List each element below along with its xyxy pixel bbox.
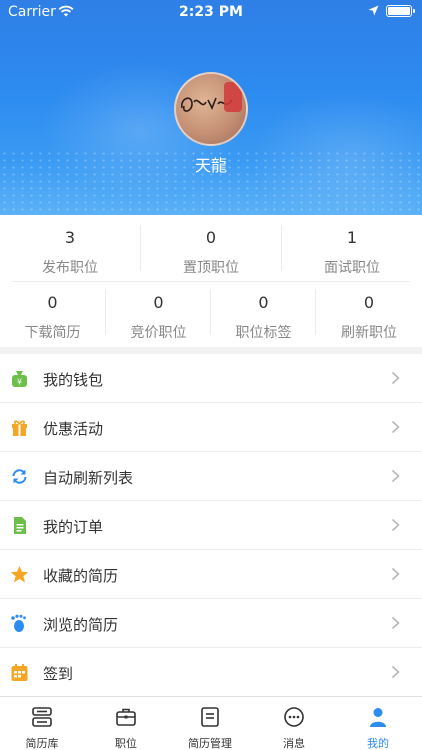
stat-label: 面试职位 [324,260,380,276]
menu-list: ¥ 我的钱包 优惠活动 自动刷新列表 我的订单 收藏的简历 浏览的简历 签到 [0,354,422,697]
battery-icon [386,5,415,17]
menu-item-auto-refresh[interactable]: 自动刷新列表 [0,452,422,501]
star-icon [10,566,29,583]
gift-icon [12,420,27,436]
tab-resume-library[interactable]: 简历库 [0,697,84,750]
stat-pinned-jobs[interactable]: 0 置顶职位 [141,228,281,277]
tab-label: 职位 [115,737,137,750]
chevron-right-icon [391,665,400,679]
stat-interview-jobs[interactable]: 1 面试职位 [282,228,422,277]
menu-item-label: 签到 [43,665,74,683]
refresh-icon [12,469,27,484]
chat-icon [284,707,304,727]
menu-item-label: 我的钱包 [43,371,104,389]
stat-label: 置顶职位 [183,260,239,276]
menu-item-label: 浏览的简历 [43,616,119,634]
status-time: 2:23 PM [179,4,243,20]
stat-label: 竞价职位 [130,325,187,341]
stat-label: 下载简历 [24,325,81,341]
menu-item-label: 自动刷新列表 [43,469,134,487]
menu-item-orders[interactable]: 我的订单 [0,501,422,550]
stat-value: 0 [153,293,164,312]
status-bar: Carrier 2:23 PM [0,0,422,26]
stat-label: 发布职位 [42,260,98,276]
divider [12,281,410,282]
avatar-seal [224,82,242,112]
stat-published-jobs[interactable]: 3 发布职位 [0,228,140,277]
chevron-right-icon [391,469,400,483]
tab-label: 我的 [367,737,389,750]
divider [315,289,316,335]
calendar-icon [11,664,28,681]
briefcase-icon [116,708,136,726]
stat-value: 0 [258,293,269,312]
footprint-icon [11,614,26,632]
menu-item-promotions[interactable]: 优惠活动 [0,403,422,452]
tab-jobs[interactable]: 职位 [84,697,168,750]
menu-item-label: 优惠活动 [43,420,104,438]
divider [210,289,211,335]
stat-value: 1 [346,228,358,247]
resume-library-icon [32,707,52,727]
chevron-right-icon [391,616,400,630]
tab-messages[interactable]: 消息 [252,697,336,750]
chevron-right-icon [391,371,400,385]
divider [140,225,141,271]
stat-value: 0 [205,228,217,247]
stat-value: 0 [47,293,58,312]
stat-downloaded-resumes[interactable]: 0 下载简历 [0,293,105,342]
menu-item-label: 收藏的简历 [43,567,119,585]
document-icon [201,707,219,727]
tab-resume-management[interactable]: 简历管理 [168,697,252,750]
menu-item-saved-resumes[interactable]: 收藏的简历 [0,550,422,599]
stats-panel: 3 发布职位 0 置顶职位 1 面试职位 0 下载简历 0 竞价职位 0 职位标… [0,215,422,347]
tab-label: 简历管理 [188,737,232,750]
divider [281,225,282,271]
location-arrow-icon [368,5,379,16]
stat-bidding-jobs[interactable]: 0 竞价职位 [106,293,211,342]
menu-item-wallet[interactable]: ¥ 我的钱包 [0,354,422,403]
username: 天龍 [194,156,227,175]
stat-job-tags[interactable]: 0 职位标签 [211,293,316,342]
chevron-right-icon [391,567,400,581]
tab-mine[interactable]: 我的 [336,697,422,750]
tab-label: 消息 [283,737,305,750]
menu-item-label: 我的订单 [43,518,104,536]
chevron-right-icon [391,420,400,434]
profile-header: Carrier 2:23 PM 天龍 [0,0,422,215]
svg-text:¥: ¥ [17,378,22,387]
tab-bar: 简历库 职位 简历管理 消息 我的 [0,696,422,750]
menu-item-viewed-resumes[interactable]: 浏览的简历 [0,599,422,648]
divider [105,289,106,335]
tab-label: 简历库 [25,737,59,750]
stat-value: 3 [64,228,76,247]
person-icon [370,708,386,727]
chevron-right-icon [391,518,400,532]
menu-item-check-in[interactable]: 签到 [0,648,422,697]
stat-value: 0 [363,293,375,312]
avatar[interactable] [174,72,248,146]
order-icon [14,517,26,534]
stat-refreshed-jobs[interactable]: 0 刷新职位 [316,293,422,342]
stat-label: 职位标签 [235,325,292,341]
wallet-icon: ¥ [12,371,27,387]
stat-label: 刷新职位 [341,325,397,341]
